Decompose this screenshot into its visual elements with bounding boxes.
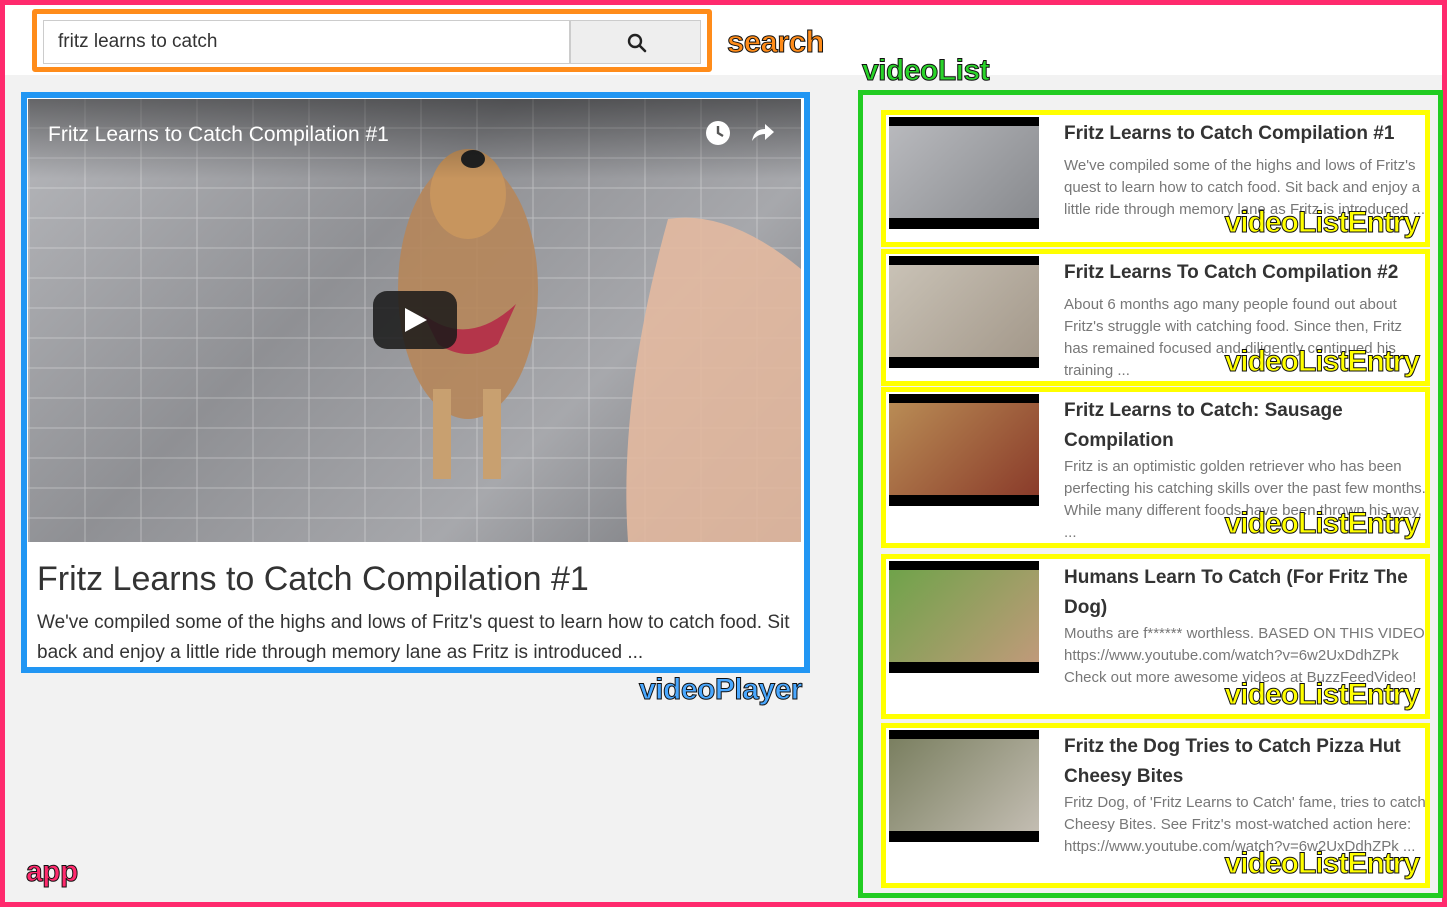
play-button[interactable] bbox=[373, 291, 457, 349]
entry-title[interactable]: Fritz Learns to Catch: Sausage Compilati… bbox=[1064, 396, 1425, 456]
player-video-title: Fritz Learns to Catch Compilation #1 bbox=[37, 560, 589, 598]
app-annotation-label: app bbox=[26, 855, 79, 889]
player-video-description: We've compiled some of the highs and low… bbox=[37, 612, 790, 663]
video-list-entry[interactable]: Fritz Learns to Catch Compilation #1 We'… bbox=[881, 110, 1430, 247]
video-player: Fritz Learns to Catch Compilation #1 Fri… bbox=[21, 92, 810, 673]
search-bar bbox=[32, 9, 712, 72]
videolist-annotation-label: videoList bbox=[861, 54, 990, 88]
video-thumbnail[interactable] bbox=[889, 394, 1039, 506]
clock-icon[interactable] bbox=[704, 119, 732, 147]
video-overlay-icons bbox=[704, 119, 776, 152]
video-list-entry[interactable]: Fritz Learns To Catch Compilation #2 Abo… bbox=[881, 249, 1430, 386]
entry-annotation-label: videoListEntry bbox=[1224, 507, 1420, 541]
search-annotation-label: search bbox=[727, 24, 825, 60]
video-thumbnail[interactable] bbox=[889, 117, 1039, 229]
entry-title[interactable]: Fritz Learns to Catch Compilation #1 bbox=[1064, 119, 1425, 149]
entry-annotation-label: videoListEntry bbox=[1224, 345, 1420, 379]
entry-title[interactable]: Humans Learn To Catch (For Fritz The Dog… bbox=[1064, 563, 1425, 623]
video-embed[interactable]: Fritz Learns to Catch Compilation #1 bbox=[28, 99, 801, 542]
video-list-entry[interactable]: Fritz Learns to Catch: Sausage Compilati… bbox=[881, 387, 1430, 548]
video-thumbnail[interactable] bbox=[889, 730, 1039, 842]
video-thumbnail[interactable] bbox=[889, 561, 1039, 673]
entry-title[interactable]: Fritz Learns To Catch Compilation #2 bbox=[1064, 258, 1425, 288]
search-input[interactable] bbox=[43, 20, 570, 64]
entry-annotation-label: videoListEntry bbox=[1224, 678, 1420, 712]
video-list-entry[interactable]: Humans Learn To Catch (For Fritz The Dog… bbox=[881, 554, 1430, 719]
entry-annotation-label: videoListEntry bbox=[1224, 206, 1420, 240]
video-overlay-title[interactable]: Fritz Learns to Catch Compilation #1 bbox=[48, 123, 389, 147]
video-list-entry[interactable]: Fritz the Dog Tries to Catch Pizza Hut C… bbox=[881, 723, 1430, 888]
share-icon[interactable] bbox=[748, 119, 776, 147]
entry-annotation-label: videoListEntry bbox=[1224, 847, 1420, 881]
search-button[interactable] bbox=[570, 20, 701, 64]
search-icon bbox=[627, 33, 647, 53]
videoplayer-annotation-label: videoPlayer bbox=[639, 673, 803, 707]
video-list: Fritz Learns to Catch Compilation #1 We'… bbox=[858, 90, 1443, 898]
entry-title[interactable]: Fritz the Dog Tries to Catch Pizza Hut C… bbox=[1064, 732, 1425, 792]
video-thumbnail[interactable] bbox=[889, 256, 1039, 368]
play-icon bbox=[405, 308, 427, 332]
